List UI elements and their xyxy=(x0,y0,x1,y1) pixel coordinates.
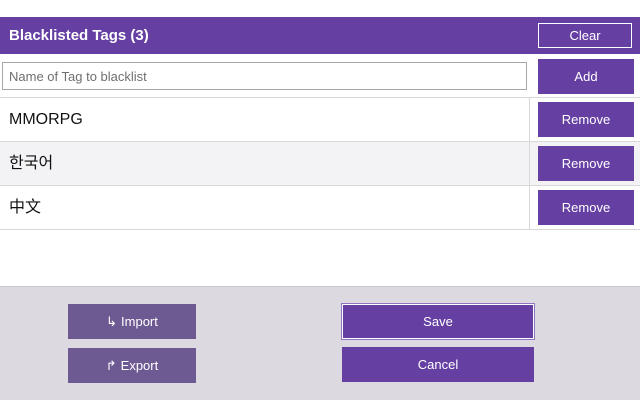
export-button[interactable]: ↱ Export xyxy=(68,348,196,383)
export-icon: ↱ xyxy=(105,358,117,373)
page-title: Blacklisted Tags (3) xyxy=(9,27,149,44)
row-divider xyxy=(529,142,530,185)
import-icon: ↳ xyxy=(106,314,118,329)
save-button[interactable]: Save xyxy=(342,304,534,339)
remove-button[interactable]: Remove xyxy=(538,190,634,225)
remove-button[interactable]: Remove xyxy=(538,102,634,137)
row-divider xyxy=(529,98,530,141)
export-label: Export xyxy=(120,358,159,373)
tag-label: 中文 xyxy=(9,199,42,216)
import-button[interactable]: ↳ Import xyxy=(68,304,196,339)
tag-label: MMORPG xyxy=(9,111,83,128)
tag-label: 한국어 xyxy=(9,155,54,172)
import-label: Import xyxy=(121,314,158,329)
footer-panel: ↳ Import ↱ Export Save Cancel xyxy=(0,286,640,400)
add-tag-row: Add xyxy=(0,54,640,98)
remove-button[interactable]: Remove xyxy=(538,146,634,181)
row-divider xyxy=(529,186,530,229)
tag-name-input[interactable] xyxy=(2,62,527,90)
add-button[interactable]: Add xyxy=(538,59,634,94)
tag-row: MMORPG Remove xyxy=(0,98,640,142)
header-bar: Blacklisted Tags (3) Clear xyxy=(0,17,640,54)
cancel-button[interactable]: Cancel xyxy=(342,347,534,382)
tag-row: 한국어 Remove xyxy=(0,142,640,186)
clear-button[interactable]: Clear xyxy=(538,23,632,48)
tag-row: 中文 Remove xyxy=(0,186,640,230)
